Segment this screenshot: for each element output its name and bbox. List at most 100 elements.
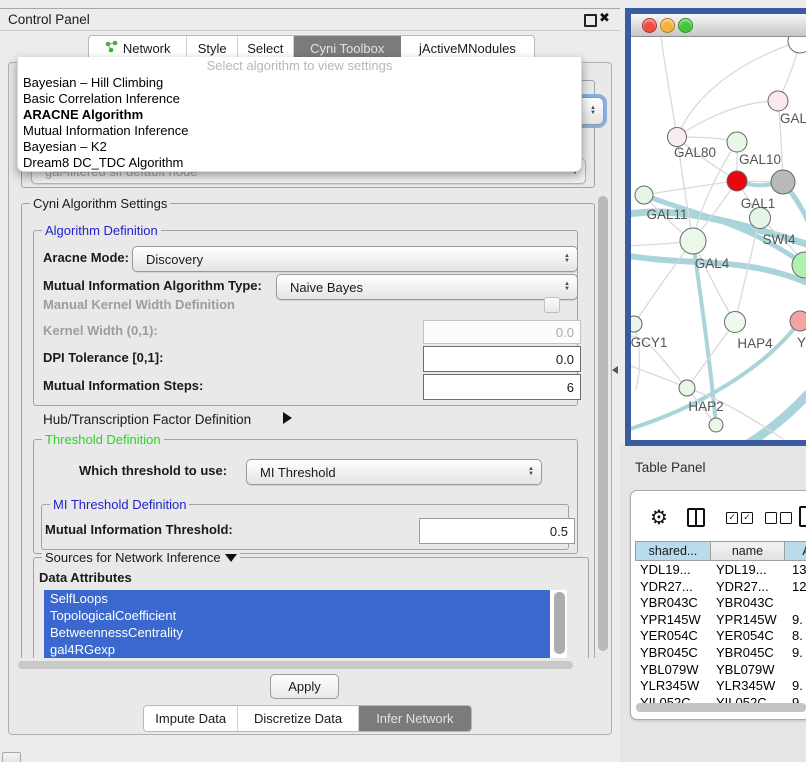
mi-type-combobox[interactable]: Naive Bayes ▲▼ [276, 274, 578, 300]
columns-icon[interactable] [687, 508, 705, 527]
attribute-list-item[interactable]: SelfLoops [44, 590, 550, 607]
network-node-GAL11[interactable] [635, 186, 653, 204]
gear-icon[interactable]: ⚙ [650, 505, 668, 530]
close-traffic-light-icon[interactable] [642, 18, 657, 33]
mi-steps-field[interactable]: 6 [423, 374, 581, 400]
manual-kernel-checkbox[interactable] [544, 297, 560, 313]
attribute-list-item[interactable]: BetweennessCentrality [44, 624, 550, 641]
deselect-all-columns-icon[interactable] [765, 512, 792, 524]
table-row[interactable]: YLR345W YLR345W 9. [631, 678, 806, 695]
table-horizontal-scrollbar[interactable] [636, 703, 806, 712]
list-scrollbar[interactable] [554, 592, 565, 654]
table-panel-title: Table Panel [635, 460, 706, 475]
manual-kernel-label: Manual Kernel Width Definition [43, 297, 235, 313]
table-row[interactable]: YDR27... YDR27... 12 [631, 579, 806, 596]
table-row[interactable]: YBR045C YBR045C 9. [631, 645, 806, 662]
cell-name: YBR043C [710, 595, 784, 612]
network-edge [644, 195, 805, 265]
dropdown-item[interactable]: Bayesian – K2 [18, 139, 581, 155]
tab-discretize-data[interactable]: Discretize Data [238, 706, 358, 731]
aracne-mode-label: Aracne Mode: [43, 250, 129, 266]
dpi-tolerance-field[interactable]: 0.0 [423, 346, 581, 372]
network-node-GAL2[interactable] [768, 91, 788, 111]
cell-value: 9. [784, 678, 803, 695]
aracne-mode-combobox[interactable]: Discovery ▲▼ [132, 246, 578, 272]
dropdown-item[interactable]: ARACNE Algorithm [18, 107, 581, 123]
network-window-titlebar[interactable] [631, 14, 806, 37]
control-panel-title: Control Panel [8, 12, 90, 27]
mi-type-label: Mutual Information Algorithm Type: [43, 278, 262, 294]
panel-top-border [0, 8, 620, 9]
network-node-GAL80[interactable] [668, 128, 687, 147]
attribute-list-item[interactable]: TopologicalCoefficient [44, 607, 550, 624]
mi-threshold-label: Mutual Information Threshold: [45, 522, 233, 538]
cell-value: 8. [784, 628, 803, 645]
titlebar-divider [0, 30, 620, 31]
dropdown-item[interactable]: Mutual Information Inference [18, 123, 581, 139]
which-threshold-combobox[interactable]: MI Threshold ▲▼ [246, 459, 542, 485]
which-threshold-label: Which threshold to use: [79, 463, 227, 479]
network-edge [634, 324, 640, 389]
dropdown-item[interactable]: Bayesian – Hill Climbing [18, 75, 581, 91]
column-header-name[interactable]: name [710, 541, 785, 561]
mi-threshold-field[interactable]: 0.5 [419, 518, 575, 544]
network-node-HAP2[interactable] [679, 380, 695, 396]
column-header-partial[interactable]: A [784, 541, 806, 561]
tab-label: jActiveMNodules [419, 41, 516, 56]
data-attributes-list[interactable]: SelfLoopsTopologicalCoefficientBetweenne… [44, 590, 567, 658]
network-canvas[interactable]: GAL2GAL80GAL10GAL1GAL11SWI4GAL4GCY1HAP4Y… [631, 37, 806, 441]
network-node-GAL10[interactable] [727, 132, 747, 152]
network-node-unnamed[interactable] [709, 418, 723, 432]
table-rows: YDL19... YDL19... 13 YDR27... YDR27... 1… [631, 562, 806, 711]
settings-vertical-scrollbar[interactable] [598, 196, 608, 651]
attribute-list-item[interactable]: gal4RGexp [44, 641, 550, 658]
dpi-tolerance-label: DPI Tolerance [0,1]: [43, 350, 163, 366]
network-node-Y[interactable] [790, 311, 806, 331]
table-row[interactable]: YPR145W YPR145W 9. [631, 612, 806, 629]
table-row[interactable]: YBL079W YBL079W [631, 662, 806, 679]
network-node-HAP4[interactable] [725, 312, 746, 333]
cell-shared-name: YPR145W [631, 612, 710, 629]
minimize-traffic-light-icon[interactable] [660, 18, 675, 33]
tab-label: Style [198, 41, 227, 56]
network-edge [743, 385, 806, 441]
column-header-shared[interactable]: shared... [635, 541, 711, 561]
network-node-unnamed[interactable] [771, 170, 795, 194]
network-node-GCY1[interactable] [631, 316, 642, 332]
tab-infer-network[interactable]: Infer Network [359, 706, 471, 731]
float-window-icon[interactable] [584, 14, 597, 27]
table-row[interactable]: YER054C YER054C 8. [631, 628, 806, 645]
network-node-unnamed[interactable] [788, 37, 806, 53]
collapse-arrow-icon[interactable] [225, 554, 237, 562]
network-icon [105, 40, 118, 56]
cell-value: 13 [784, 562, 806, 579]
dropdown-item[interactable]: Basic Correlation Inference [18, 91, 581, 107]
tab-impute-data[interactable]: Impute Data [144, 706, 238, 731]
apply-button[interactable]: Apply [270, 674, 339, 699]
close-icon[interactable]: ✖ [599, 10, 610, 26]
dropdown-item[interactable]: Dream8 DC_TDC Algorithm [18, 155, 581, 171]
kernel-width-field[interactable]: 0.0 [423, 320, 581, 344]
table-row[interactable]: YBR043C YBR043C [631, 595, 806, 612]
table-row[interactable]: YDL19... YDL19... 13 [631, 562, 806, 579]
network-node-GAL1[interactable] [727, 171, 747, 191]
network-edge [634, 241, 693, 324]
network-node-label: GAL80 [674, 145, 716, 160]
network-node-label: GAL1 [741, 196, 776, 211]
cell-shared-name: YDL19... [631, 562, 710, 579]
expand-arrow-icon[interactable] [283, 412, 292, 424]
select-all-columns-icon[interactable]: ✓✓ [726, 512, 753, 524]
sources-title: Sources for Network Inference [45, 550, 221, 566]
tab-label: Select [247, 41, 283, 56]
mi-threshold-value: 0.5 [550, 524, 568, 539]
combo-arrows-icon: ▲▼ [528, 467, 534, 477]
network-view-window: GAL2GAL80GAL10GAL1GAL11SWI4GAL4GCY1HAP4Y… [625, 8, 806, 446]
network-node-GAL4[interactable] [680, 228, 706, 254]
collapsed-panel-button[interactable] [2, 752, 21, 762]
export-table-icon[interactable] [799, 506, 806, 527]
settings-horizontal-scrollbar[interactable] [18, 661, 573, 669]
dropdown-items: Bayesian – Hill ClimbingBasic Correlatio… [18, 75, 581, 171]
panel-splitter-arrow[interactable] [612, 366, 618, 374]
zoom-traffic-light-icon[interactable] [678, 18, 693, 33]
combo-arrows-icon: ▲▼ [564, 282, 570, 292]
